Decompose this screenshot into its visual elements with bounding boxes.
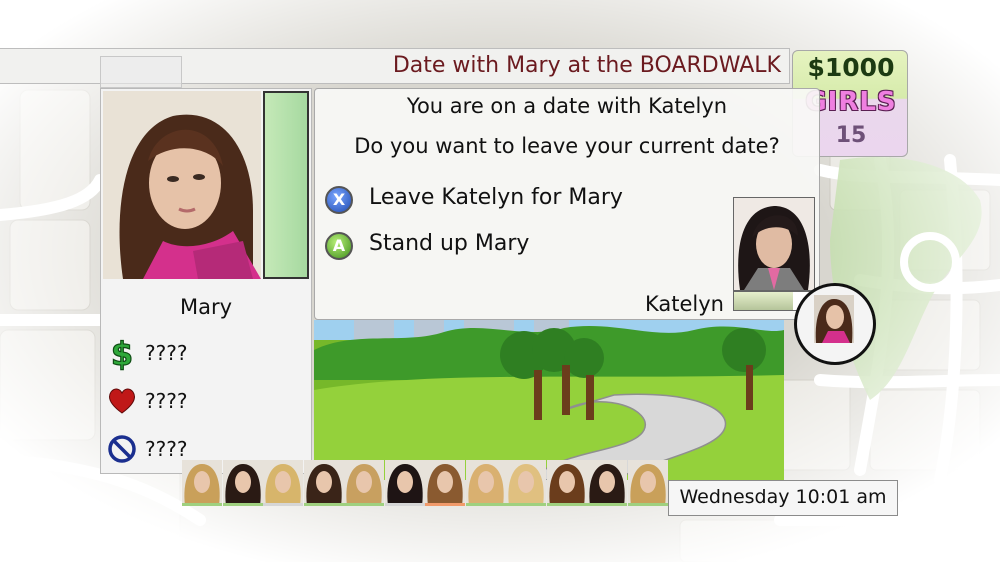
heart-icon xyxy=(108,388,136,414)
girl-thumbnail xyxy=(587,460,627,506)
girl-info-panel: Mary $ ???? ???? ???? xyxy=(100,88,312,474)
girl-thumbnail xyxy=(627,460,668,506)
girl-thumbnail xyxy=(465,460,506,506)
girl-thumbnail xyxy=(303,460,344,506)
park-scene xyxy=(314,320,784,480)
day-time-display: Wednesday 10:01 am xyxy=(668,480,898,516)
stand-up-option[interactable]: A Stand up Mary xyxy=(325,231,705,265)
x-button-icon: X xyxy=(325,186,353,214)
affection-meter xyxy=(263,91,309,279)
girl-thumbnail xyxy=(546,460,587,506)
svg-text:$: $ xyxy=(111,335,133,371)
prohibited-icon xyxy=(108,435,136,463)
a-button-icon: A xyxy=(325,232,353,260)
girl-thumbnail xyxy=(344,460,384,506)
girl-thumbnail xyxy=(182,460,222,506)
dollar-sign-icon: $ xyxy=(110,335,133,371)
leave-date-option[interactable]: X Leave Katelyn for Mary xyxy=(325,185,705,219)
girl-thumbnail xyxy=(506,460,546,506)
map-location-marker[interactable] xyxy=(794,283,876,365)
girl-portrait xyxy=(103,91,261,279)
love-stat-row: ???? xyxy=(107,383,307,419)
day-time-text: Wednesday 10:01 am xyxy=(679,486,887,508)
current-date-meter-fill xyxy=(734,292,793,310)
affection-meter-fill xyxy=(265,93,307,277)
girls-thumbnail-strip xyxy=(182,460,668,506)
title-ghost-thumbnail xyxy=(100,56,182,88)
current-date-name: Katelyn xyxy=(645,292,724,316)
dialog-question: Do you want to leave your current date? xyxy=(354,134,780,158)
money-stat-value: ???? xyxy=(145,341,188,365)
stand-up-option-label: Stand up Mary xyxy=(369,231,530,256)
leave-date-dialog: You are on a date with Katelyn Do you wa… xyxy=(314,88,820,320)
girl-name: Mary xyxy=(179,295,233,319)
girl-thumbnail xyxy=(263,460,303,506)
love-stat-value: ???? xyxy=(145,389,188,413)
map-marker-portrait xyxy=(814,295,854,343)
date-location-title: Date with Mary at the BOARDWALK xyxy=(392,53,781,78)
money-stat-row: $ ???? xyxy=(107,335,307,371)
leave-date-option-label: Leave Katelyn for Mary xyxy=(369,185,623,210)
girl-thumbnail xyxy=(222,460,263,506)
current-date-portrait xyxy=(733,197,815,291)
girl-thumbnail xyxy=(384,460,425,506)
money-amount: $1000 xyxy=(807,53,895,82)
girl-thumbnail xyxy=(425,460,465,506)
dislike-stat-value: ???? xyxy=(145,437,188,461)
dialog-message: You are on a date with Katelyn xyxy=(406,94,728,118)
